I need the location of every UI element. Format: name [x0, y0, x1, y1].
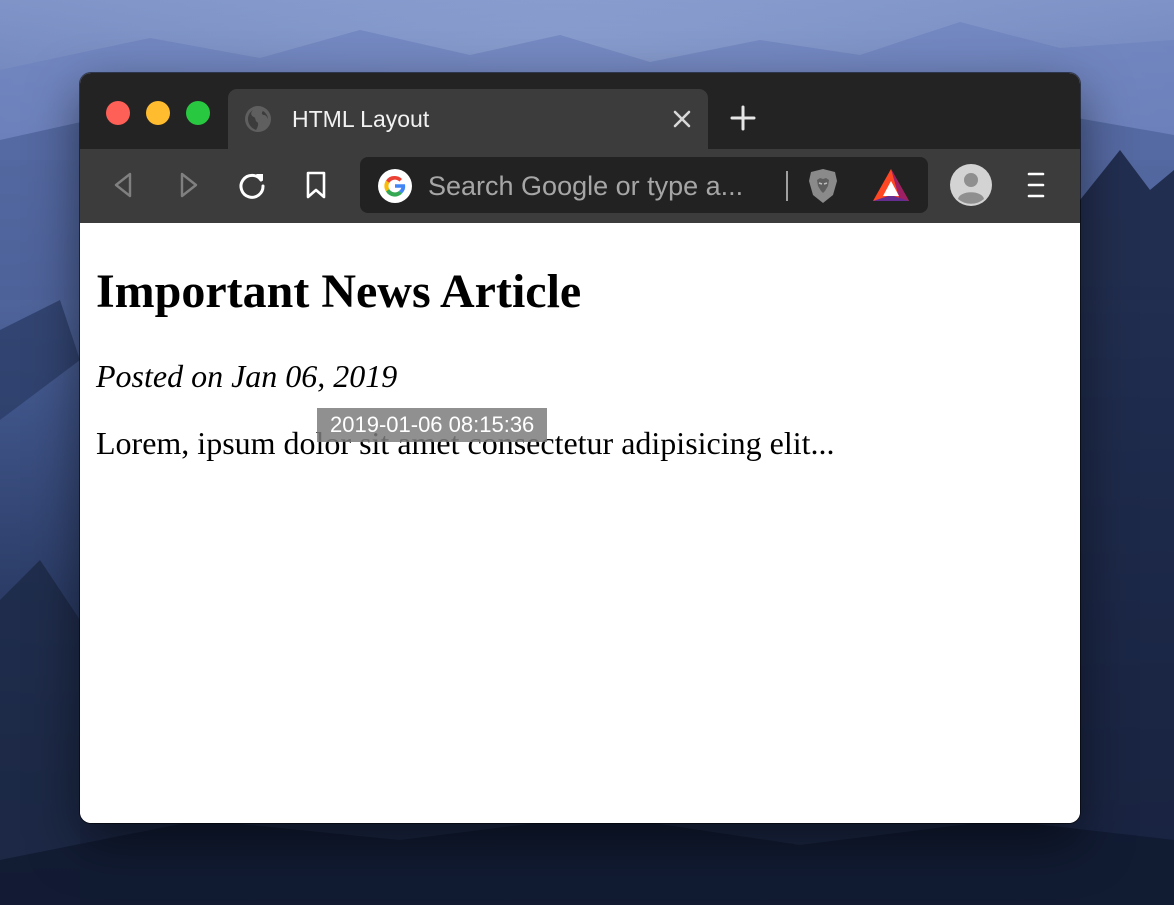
- close-tab-icon[interactable]: [668, 105, 696, 133]
- new-tab-icon[interactable]: [728, 103, 758, 133]
- close-window-button[interactable]: [106, 101, 130, 125]
- browser-window: HTML Layout Search Google or type a... I…: [80, 73, 1080, 823]
- page-content: Important News Article Posted on Jan 06,…: [80, 223, 1080, 823]
- zoom-window-button[interactable]: [186, 101, 210, 125]
- reload-icon[interactable]: [236, 169, 268, 201]
- address-bar-divider: [786, 171, 788, 201]
- back-arrow-icon[interactable]: [108, 169, 140, 201]
- posted-date: Posted on Jan 06, 2019: [96, 358, 398, 394]
- tab-bar: HTML Layout: [80, 73, 1080, 149]
- profile-avatar-icon[interactable]: [950, 164, 992, 206]
- minimize-window-button[interactable]: [146, 101, 170, 125]
- address-bar[interactable]: Search Google or type a...: [360, 157, 928, 213]
- hamburger-menu-icon[interactable]: [1024, 171, 1048, 199]
- globe-icon: [245, 106, 271, 132]
- forward-arrow-icon[interactable]: [172, 169, 204, 201]
- tab-html-layout[interactable]: HTML Layout: [228, 89, 708, 149]
- brave-shields-icon[interactable]: [806, 167, 840, 205]
- datetime-tooltip: 2019-01-06 08:15:36: [317, 408, 548, 442]
- tab-title: HTML Layout: [292, 106, 430, 132]
- bookmark-icon[interactable]: [300, 169, 332, 201]
- address-bar-placeholder: Search Google or type a...: [428, 171, 744, 201]
- article-heading: Important News Article: [96, 265, 582, 318]
- bat-rewards-icon[interactable]: [872, 167, 910, 203]
- google-icon: [378, 169, 412, 203]
